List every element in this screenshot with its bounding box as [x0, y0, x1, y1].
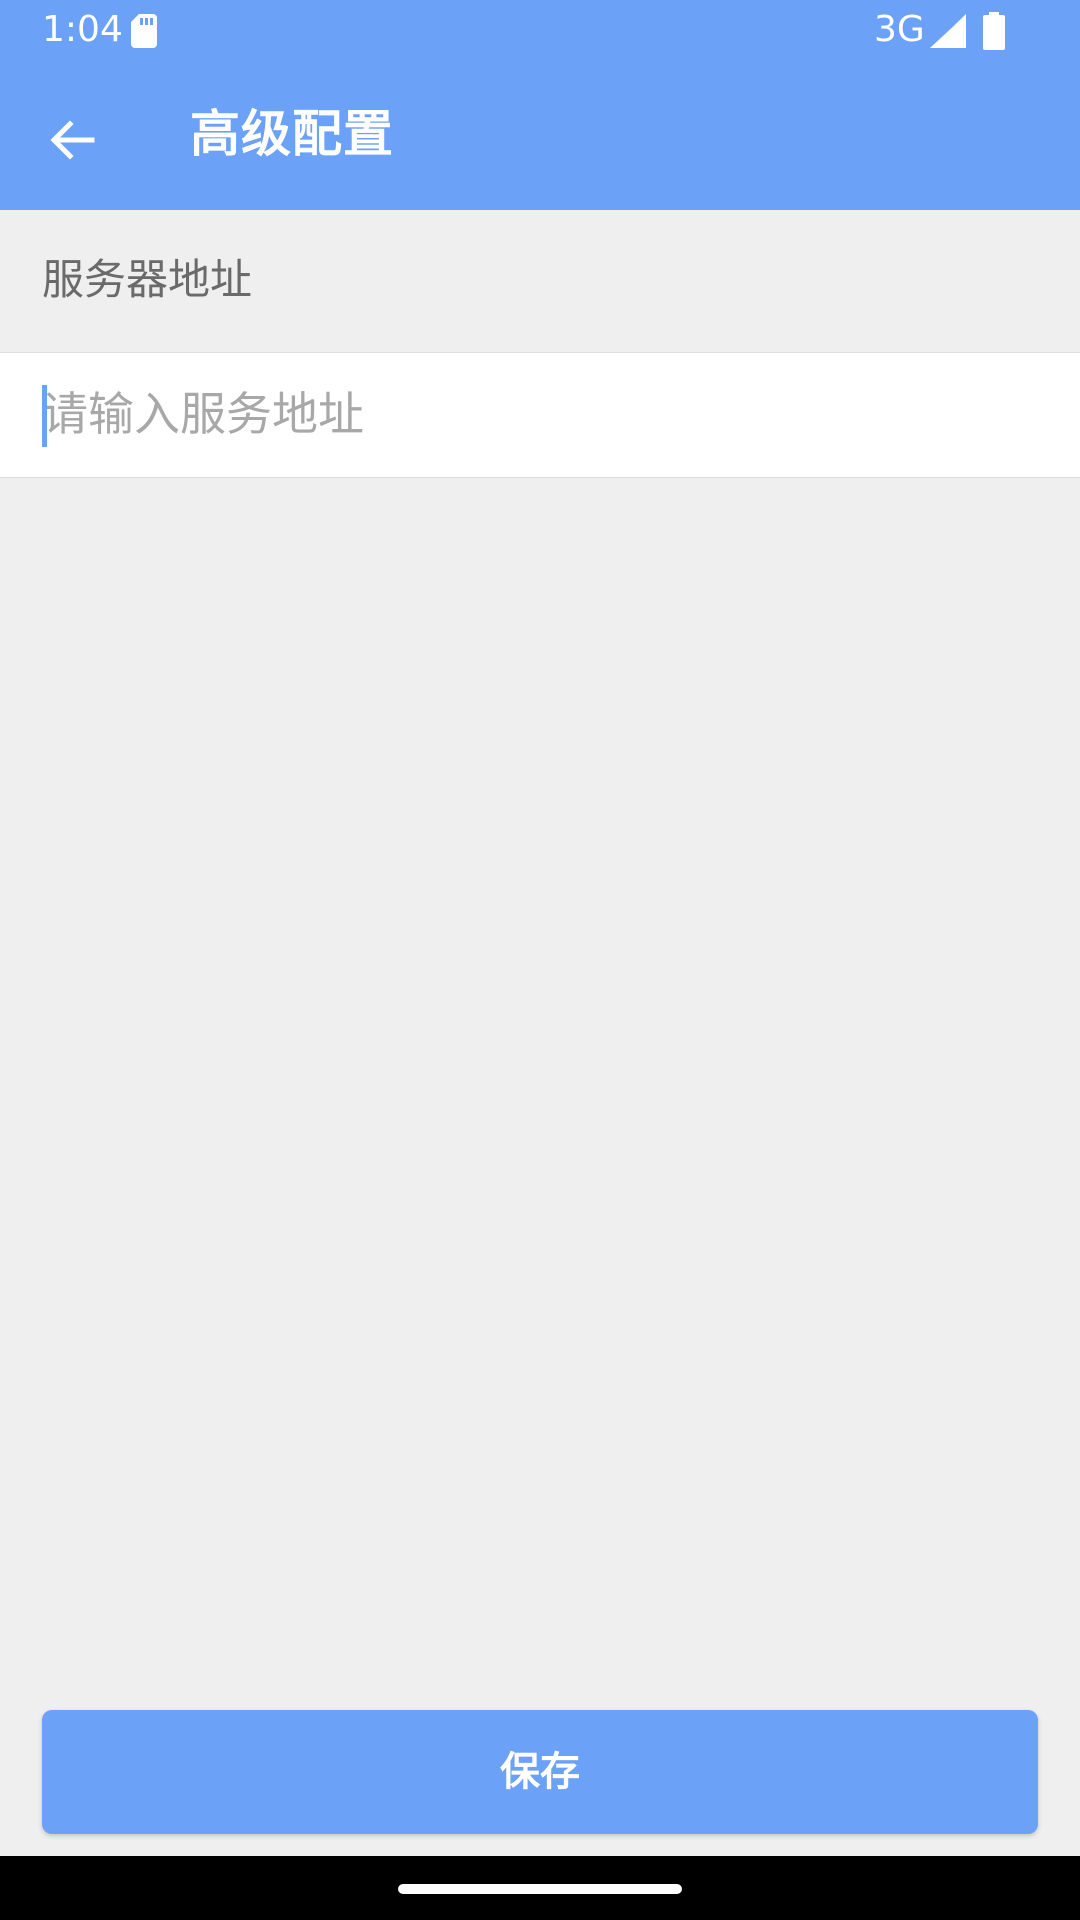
server-address-row: [0, 352, 1080, 478]
arrow-left-icon: [50, 120, 95, 160]
status-bar: 1:04 3G: [0, 0, 1080, 64]
app-toolbar: 高级配置: [0, 64, 1080, 210]
system-nav-bar: [0, 1856, 1080, 1920]
screen: 1:04 3G 高级配置 服务器地址 请输入服务地址 保存: [0, 0, 1080, 1920]
signal-icon: [930, 14, 966, 48]
back-button[interactable]: [36, 104, 108, 176]
server-address-input[interactable]: [42, 381, 1042, 447]
home-gesture-handle[interactable]: [398, 1884, 682, 1894]
save-button[interactable]: 保存: [42, 1710, 1038, 1834]
server-address-label: 服务器地址: [42, 255, 253, 304]
battery-icon: [983, 12, 1005, 50]
sd-card-icon: [131, 14, 157, 48]
status-time: 1:04: [42, 9, 123, 50]
network-type: 3G: [874, 9, 925, 50]
text-cursor: [42, 385, 47, 447]
page-title: 高级配置: [190, 105, 394, 163]
